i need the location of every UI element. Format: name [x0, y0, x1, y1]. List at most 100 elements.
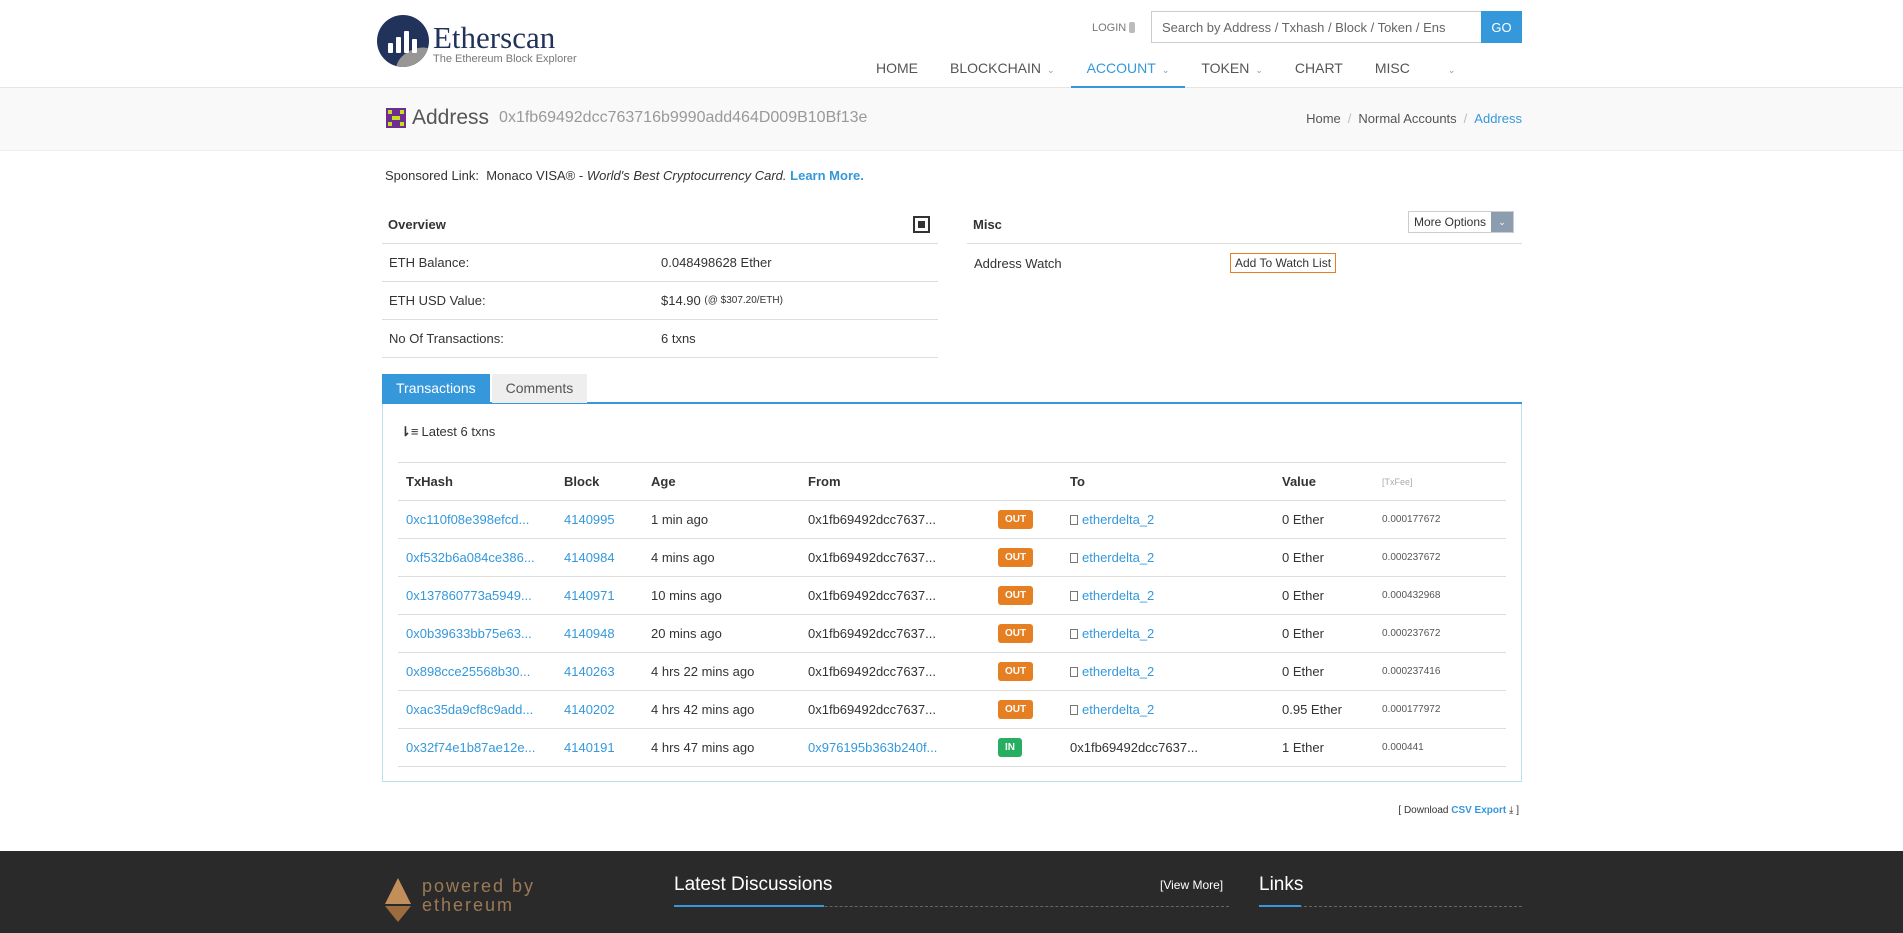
tx-hash-link[interactable]: 0xc110f08e398efcd... — [406, 512, 529, 527]
from-address: 0x1fb69492dcc7637... — [808, 512, 936, 527]
tx-age: 20 mins ago — [651, 626, 722, 641]
contract-icon — [1070, 515, 1078, 525]
qr-code-icon[interactable] — [913, 216, 930, 233]
tx-fee: 0.000237416 — [1382, 666, 1441, 677]
login-link[interactable]: LOGIN — [1092, 22, 1136, 34]
tx-count-label: No Of Transactions: — [389, 331, 504, 346]
col-txfee: [TxFee] — [1374, 462, 1506, 501]
contract-icon — [1070, 591, 1078, 601]
to-address-link[interactable]: etherdelta_2 — [1082, 702, 1154, 717]
nav-account[interactable]: ACCOUNT ⌄ — [1070, 48, 1186, 88]
latest-discussions-title: Latest Discussions — [674, 874, 833, 895]
discussions-divider — [674, 905, 1229, 907]
direction-badge: OUT — [998, 662, 1034, 681]
tx-fee: 0.000441 — [1382, 742, 1424, 753]
search-form: GO — [1151, 11, 1522, 43]
brand-name: Etherscan — [433, 20, 556, 55]
view-more-link[interactable]: [View More] — [1160, 878, 1223, 892]
to-address-link[interactable]: etherdelta_2 — [1082, 512, 1154, 527]
powered-line-2: ethereum — [422, 895, 515, 915]
table-row: 0x32f74e1b87ae12e... 4140191 4 hrs 47 mins… — [398, 728, 1506, 767]
direction-badge: OUT — [998, 700, 1034, 719]
tab-transactions[interactable]: Transactions — [382, 374, 490, 403]
block-link[interactable]: 4140995 — [564, 512, 615, 527]
transactions-summary-text: Latest 6 txns — [421, 424, 496, 439]
csv-export-link[interactable]: CSV Export — [1451, 805, 1506, 816]
search-go-button[interactable]: GO — [1481, 11, 1522, 43]
tx-value: 0 Ether — [1282, 664, 1324, 679]
to-address-link[interactable]: etherdelta_2 — [1082, 664, 1154, 679]
tx-count-value: 6 txns — [661, 331, 696, 346]
tab-bar: Transactions Comments — [382, 374, 1522, 404]
login-label: LOGIN — [1092, 22, 1127, 34]
add-to-watch-list-button[interactable]: Add To Watch List — [1230, 253, 1337, 273]
to-address: 0x1fb69492dcc7637... — [1070, 740, 1198, 755]
col-block: Block — [556, 462, 643, 501]
direction-badge: IN — [998, 738, 1022, 757]
nav-more-dropdown[interactable]: ⌄ — [1426, 48, 1472, 88]
search-input[interactable] — [1151, 11, 1481, 43]
nav-label: CHART — [1294, 60, 1343, 76]
etherscan-logo[interactable]: Etherscan The Ethereum Block Explorer — [377, 15, 577, 67]
block-link[interactable]: 4140191 — [564, 740, 615, 755]
tx-fee: 0.000237672 — [1382, 628, 1441, 639]
direction-badge: OUT — [998, 586, 1034, 605]
block-link[interactable]: 4140971 — [564, 588, 615, 603]
block-link[interactable]: 4140948 — [564, 626, 615, 641]
links-title: Links — [1259, 874, 1304, 895]
tx-fee: 0.000237672 — [1382, 552, 1441, 563]
nav-token[interactable]: TOKEN ⌄ — [1185, 48, 1279, 88]
contract-icon — [1070, 705, 1078, 715]
tx-hash-link[interactable]: 0x32f74e1b87ae12e... — [406, 740, 535, 755]
address-watch-row: Address Watch Add To Watch List — [967, 244, 1522, 282]
tx-hash-link[interactable]: 0x0b39633bb75e63... — [406, 626, 532, 641]
block-link[interactable]: 4140984 — [564, 550, 615, 565]
transactions-panel: ⇂≡ Latest 6 txns TxHash Block Age From To… — [382, 404, 1522, 782]
address-watch-label: Address Watch — [974, 255, 1062, 271]
chevron-down-icon: ⌄ — [1255, 65, 1263, 75]
address-identicon — [386, 108, 406, 128]
chevron-down-icon: ⌄ — [1447, 65, 1456, 75]
tx-hash-link[interactable]: 0xac35da9cf8c9add... — [406, 702, 533, 717]
tab-comments[interactable]: Comments — [491, 374, 588, 403]
block-link[interactable]: 4140202 — [564, 702, 615, 717]
to-address-link[interactable]: etherdelta_2 — [1082, 550, 1154, 565]
col-value: Value — [1274, 462, 1374, 501]
nav-label: HOME — [876, 60, 918, 76]
tx-age: 4 hrs 22 mins ago — [651, 664, 755, 679]
to-address-link[interactable]: etherdelta_2 — [1082, 588, 1154, 603]
eth-usd-row: ETH USD Value: $14.90 (@ $307.20/ETH) — [382, 282, 938, 320]
powered-by-ethereum[interactable]: powered by ethereum — [422, 877, 535, 915]
tx-hash-link[interactable]: 0x137860773a5949... — [406, 588, 532, 603]
sort-icon: ⇂≡ — [400, 424, 419, 439]
breadcrumb-normal-accounts[interactable]: Normal Accounts — [1358, 111, 1456, 126]
nav-home[interactable]: HOME — [860, 48, 934, 88]
tx-value: 0 Ether — [1282, 626, 1324, 641]
eth-balance-label: ETH Balance: — [389, 255, 470, 270]
overview-panel: Overview ETH Balance: 0.048498628 Ether … — [382, 208, 938, 358]
eth-usd-value: $14.90 — [661, 293, 701, 308]
tx-hash-link[interactable]: 0xf532b6a084ce386... — [406, 550, 535, 565]
nav-misc[interactable]: MISC — [1359, 48, 1426, 88]
main-nav: HOME BLOCKCHAIN ⌄ ACCOUNT ⌄ TOKEN ⌄ CHART MISC ⌄ — [860, 48, 1471, 88]
from-address-link[interactable]: 0x976195b363b240f... — [808, 740, 937, 755]
breadcrumb: Home / Normal Accounts / Address — [1306, 111, 1522, 126]
sponsored-link: Sponsored Link: Monaco VISA® - World's B… — [385, 168, 864, 183]
contract-icon — [1070, 553, 1078, 563]
powered-line-1: powered by — [422, 876, 536, 896]
tx-hash-link[interactable]: 0x898cce25568b30... — [406, 664, 530, 679]
from-address: 0x1fb69492dcc7637... — [808, 588, 936, 603]
sponsor-learn-more-link[interactable]: Learn More. — [790, 168, 864, 183]
breadcrumb-home[interactable]: Home — [1306, 111, 1341, 126]
tx-count-row: No Of Transactions: 6 txns — [382, 320, 938, 358]
tx-age: 1 min ago — [651, 512, 709, 527]
nav-chart[interactable]: CHART — [1279, 48, 1359, 88]
brand-tagline: The Ethereum Block Explorer — [433, 53, 577, 65]
nav-label: BLOCKCHAIN — [950, 60, 1042, 76]
direction-badge: OUT — [998, 548, 1034, 567]
more-options-button[interactable]: More Options ⌄ — [1407, 211, 1514, 233]
nav-blockchain[interactable]: BLOCKCHAIN ⌄ — [934, 48, 1071, 88]
to-address-link[interactable]: etherdelta_2 — [1082, 626, 1154, 641]
block-link[interactable]: 4140263 — [564, 664, 615, 679]
table-row: 0xc110f08e398efcd... 4140995 1 min ago 0x1f… — [398, 500, 1506, 539]
